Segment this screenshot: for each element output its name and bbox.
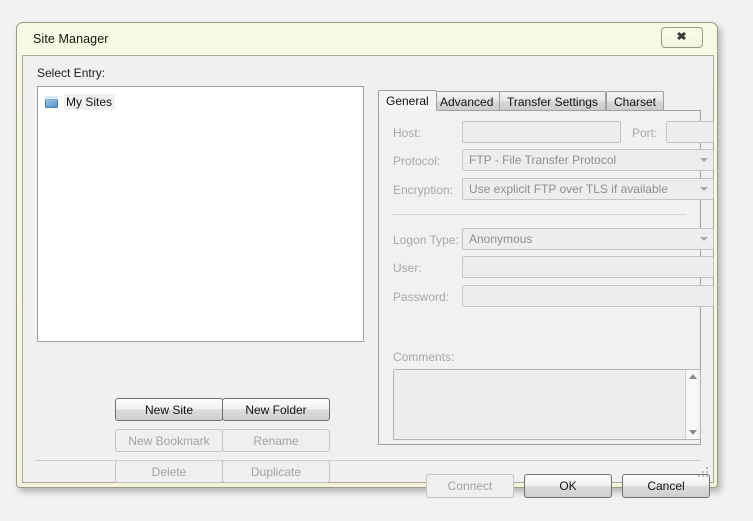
tree-item-my-sites[interactable]: My Sites	[44, 93, 116, 111]
tab-advanced[interactable]: Advanced	[432, 91, 502, 111]
encryption-select[interactable]: Use explicit FTP over TLS if available	[462, 178, 714, 200]
chevron-down-icon	[695, 158, 713, 162]
comments-label: Comments:	[393, 350, 455, 364]
duplicate-button[interactable]: Duplicate	[222, 460, 330, 483]
resize-grip-icon[interactable]	[698, 467, 710, 479]
dialog-client-area: Select Entry: My Sites New Site New Fold…	[22, 55, 714, 498]
close-icon: ✖	[676, 31, 688, 43]
scroll-up-icon[interactable]	[689, 374, 697, 379]
chevron-down-icon	[695, 237, 713, 241]
site-manager-dialog: Site Manager ✖ Select Entry: My Sites Ne…	[16, 22, 718, 498]
close-button[interactable]: ✖	[661, 27, 703, 48]
password-input[interactable]	[462, 285, 714, 307]
new-bookmark-button[interactable]: New Bookmark	[115, 429, 223, 452]
comments-textarea[interactable]	[393, 369, 701, 440]
logon-type-label: Logon Type:	[393, 233, 459, 247]
host-input[interactable]	[462, 121, 621, 143]
user-input[interactable]	[462, 256, 714, 278]
tree-item-label: My Sites	[64, 94, 116, 110]
port-label: Port:	[632, 126, 658, 140]
tab-general[interactable]: General	[378, 90, 437, 111]
connect-button[interactable]: Connect	[426, 474, 514, 498]
site-folder-icon	[44, 95, 59, 109]
ok-button[interactable]: OK	[524, 474, 612, 498]
delete-button[interactable]: Delete	[115, 460, 223, 483]
protocol-select[interactable]: FTP - File Transfer Protocol	[462, 149, 714, 171]
rename-button[interactable]: Rename	[222, 429, 330, 452]
protocol-label: Protocol:	[393, 154, 441, 168]
user-label: User:	[393, 261, 422, 275]
screen: Site Manager ✖ Select Entry: My Sites Ne…	[0, 0, 753, 521]
cancel-button[interactable]: Cancel	[622, 474, 710, 498]
tab-transfer-settings[interactable]: Transfer Settings	[499, 91, 606, 111]
dialog-title: Site Manager	[33, 32, 109, 46]
encryption-label: Encryption:	[393, 183, 454, 197]
logon-type-value: Anonymous	[469, 232, 533, 246]
site-tree[interactable]: My Sites	[37, 86, 364, 342]
select-entry-label: Select Entry:	[37, 66, 106, 80]
comments-scrollbar[interactable]	[685, 370, 700, 439]
section-divider	[393, 214, 686, 215]
footer-divider	[35, 460, 701, 461]
host-label: Host:	[393, 126, 422, 140]
new-folder-button[interactable]: New Folder	[222, 398, 330, 421]
new-site-button[interactable]: New Site	[115, 398, 223, 421]
tab-charset[interactable]: Charset	[606, 91, 665, 111]
chevron-down-icon	[695, 187, 713, 191]
protocol-value: FTP - File Transfer Protocol	[469, 153, 617, 167]
port-input[interactable]	[666, 121, 714, 143]
encryption-value: Use explicit FTP over TLS if available	[469, 182, 668, 196]
logon-type-select[interactable]: Anonymous	[462, 228, 714, 250]
general-tab-panel: Host: Port: Protocol: FTP - File Transfe…	[378, 110, 714, 445]
password-label: Password:	[393, 290, 450, 304]
scroll-down-icon[interactable]	[689, 430, 697, 435]
dialog-titlebar: Site Manager ✖	[17, 23, 717, 55]
